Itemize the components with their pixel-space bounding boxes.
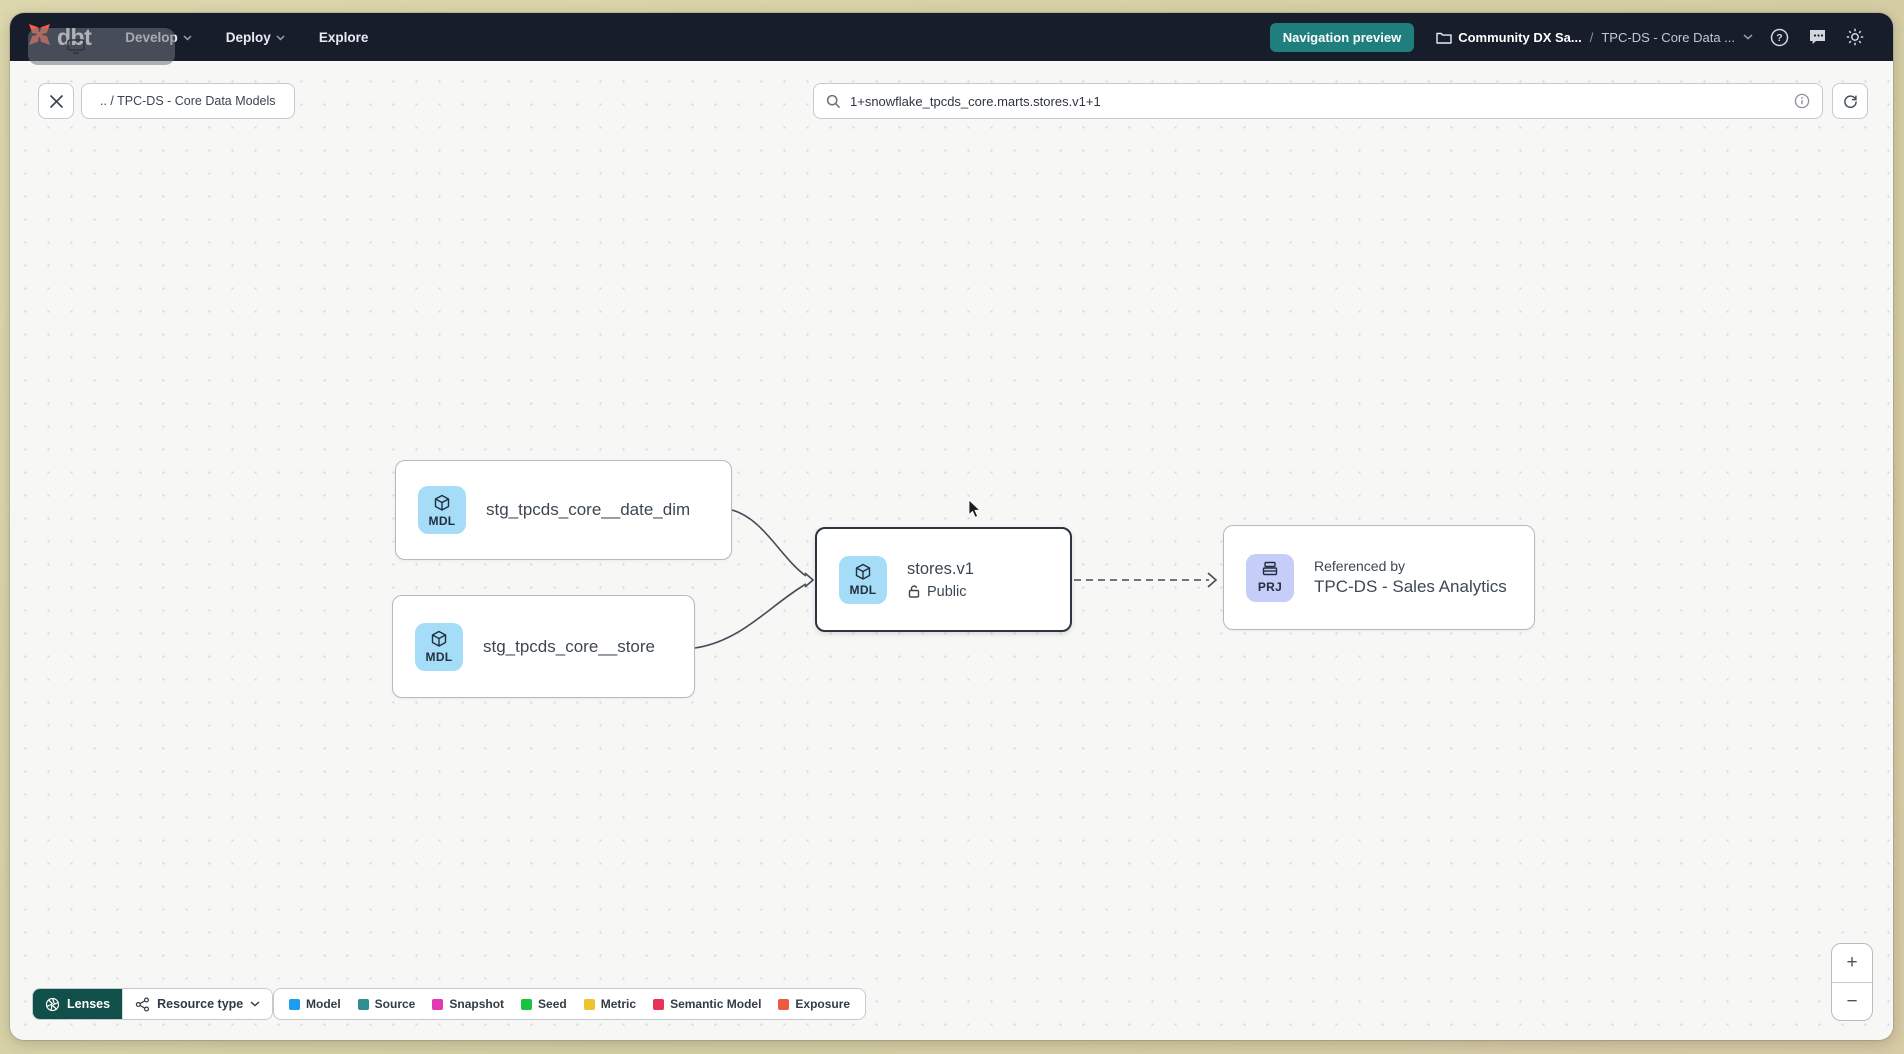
legend-swatch	[289, 999, 300, 1010]
app-window: dbt Develop Deploy Explore Navigation pr…	[10, 13, 1893, 1040]
folder-icon	[1436, 31, 1452, 44]
node-referenced-by-project[interactable]: PRJ Referenced by TPC-DS - Sales Analyti…	[1223, 525, 1535, 630]
refresh-icon	[1842, 93, 1859, 110]
node-label: stg_tpcds_core__date_dim	[486, 500, 690, 520]
chevron-down-icon	[183, 35, 192, 41]
breadcrumb-separator: /	[1590, 30, 1594, 45]
legend-swatch	[778, 999, 789, 1010]
refresh-lineage-button[interactable]	[1832, 83, 1868, 119]
feedback-icon[interactable]	[1805, 25, 1829, 49]
chevron-down-icon	[276, 35, 285, 41]
nav-item-deploy-label: Deploy	[226, 30, 271, 45]
legend-item-seed: Seed	[521, 997, 567, 1011]
lineage-search-input[interactable]	[850, 94, 1785, 109]
settings-gear-icon[interactable]	[1843, 25, 1867, 49]
close-lineage-button[interactable]	[38, 83, 74, 119]
breadcrumb-account[interactable]: Community DX Sa...	[1436, 30, 1582, 45]
resource-type-legend: Model Source Snapshot Seed Metric Semant…	[273, 988, 866, 1020]
close-icon	[49, 94, 64, 109]
search-icon	[826, 94, 841, 109]
screen-capture-icon	[66, 38, 88, 55]
screen-capture-overlay	[28, 28, 175, 65]
lineage-search	[813, 83, 1823, 119]
legend-label: Exposure	[795, 997, 850, 1011]
lineage-breadcrumb-chip[interactable]: .. / TPC-DS - Core Data Models	[81, 83, 295, 119]
legend-item-exposure: Exposure	[778, 997, 850, 1011]
node-text-block: stores.v1 Public	[907, 560, 974, 600]
help-icon[interactable]: ?	[1767, 25, 1791, 49]
navigation-preview-button[interactable]: Navigation preview	[1270, 23, 1414, 52]
node-stg-tpcds-core-date-dim[interactable]: MDL stg_tpcds_core__date_dim	[395, 460, 732, 560]
node-stg-tpcds-core-store[interactable]: MDL stg_tpcds_core__store	[392, 595, 695, 698]
lineage-breadcrumb-label: .. / TPC-DS - Core Data Models	[100, 94, 276, 108]
svg-text:?: ?	[1776, 32, 1782, 44]
lenses-button[interactable]: Lenses	[33, 989, 122, 1019]
legend-swatch	[521, 999, 532, 1010]
node-access-label: Public	[927, 584, 967, 600]
breadcrumb: Community DX Sa... / TPC-DS - Core Data …	[1436, 30, 1753, 45]
legend-item-semantic-model: Semantic Model	[653, 997, 761, 1011]
legend-item-model: Model	[289, 997, 341, 1011]
breadcrumb-account-label: Community DX Sa...	[1458, 30, 1582, 45]
legend-swatch	[584, 999, 595, 1010]
legend-label: Source	[375, 997, 416, 1011]
project-badge: PRJ	[1246, 554, 1294, 602]
top-navbar: dbt Develop Deploy Explore Navigation pr…	[10, 13, 1893, 61]
nav-item-explore[interactable]: Explore	[319, 30, 369, 45]
legend-swatch	[653, 999, 664, 1010]
cube-icon	[853, 562, 873, 582]
navbar-right: Navigation preview Community DX Sa... / …	[1270, 23, 1867, 52]
archive-box-icon	[1260, 561, 1280, 579]
model-badge: MDL	[418, 486, 466, 534]
model-badge: MDL	[415, 623, 463, 671]
legend-label: Semantic Model	[670, 997, 761, 1011]
cube-icon	[429, 629, 449, 649]
model-badge: MDL	[839, 556, 887, 604]
lock-open-icon	[907, 584, 921, 599]
legend-item-source: Source	[358, 997, 416, 1011]
legend-label: Model	[306, 997, 341, 1011]
legend-item-metric: Metric	[584, 997, 636, 1011]
node-label: stores.v1	[907, 560, 974, 579]
cube-icon	[432, 493, 452, 513]
node-label: stg_tpcds_core__store	[483, 637, 655, 657]
node-access-row: Public	[907, 584, 974, 600]
badge-label: MDL	[429, 514, 456, 528]
badge-label: MDL	[850, 583, 877, 597]
legend-swatch	[432, 999, 443, 1010]
badge-label: MDL	[426, 650, 453, 664]
legend-item-snapshot: Snapshot	[432, 997, 504, 1011]
zoom-in-button[interactable]: +	[1832, 944, 1872, 982]
node-stores-v1[interactable]: MDL stores.v1 Public	[815, 527, 1072, 632]
zoom-controls: + −	[1831, 943, 1873, 1021]
lens-aperture-icon	[45, 997, 60, 1012]
legend-swatch	[358, 999, 369, 1010]
lenses-label: Lenses	[67, 997, 110, 1011]
breadcrumb-project[interactable]: TPC-DS - Core Data ...	[1601, 30, 1735, 45]
chevron-down-icon[interactable]	[1743, 34, 1753, 40]
legend-label: Seed	[538, 997, 567, 1011]
resource-type-dropdown[interactable]: Resource type	[122, 989, 272, 1019]
node-text-block: Referenced by TPC-DS - Sales Analytics	[1314, 558, 1507, 597]
legend-label: Snapshot	[449, 997, 504, 1011]
nav-item-deploy[interactable]: Deploy	[226, 30, 285, 45]
resource-type-icon	[135, 997, 150, 1012]
chevron-down-icon	[250, 1001, 260, 1007]
nav-item-explore-label: Explore	[319, 30, 369, 45]
resource-type-label: Resource type	[157, 997, 243, 1011]
legend-label: Metric	[601, 997, 636, 1011]
badge-label: PRJ	[1258, 580, 1282, 594]
info-icon[interactable]	[1794, 93, 1810, 109]
zoom-out-button[interactable]: −	[1832, 982, 1872, 1020]
node-label: TPC-DS - Sales Analytics	[1314, 577, 1507, 597]
lenses-control-group: Lenses Resource type	[32, 988, 273, 1020]
node-title: Referenced by	[1314, 558, 1507, 574]
